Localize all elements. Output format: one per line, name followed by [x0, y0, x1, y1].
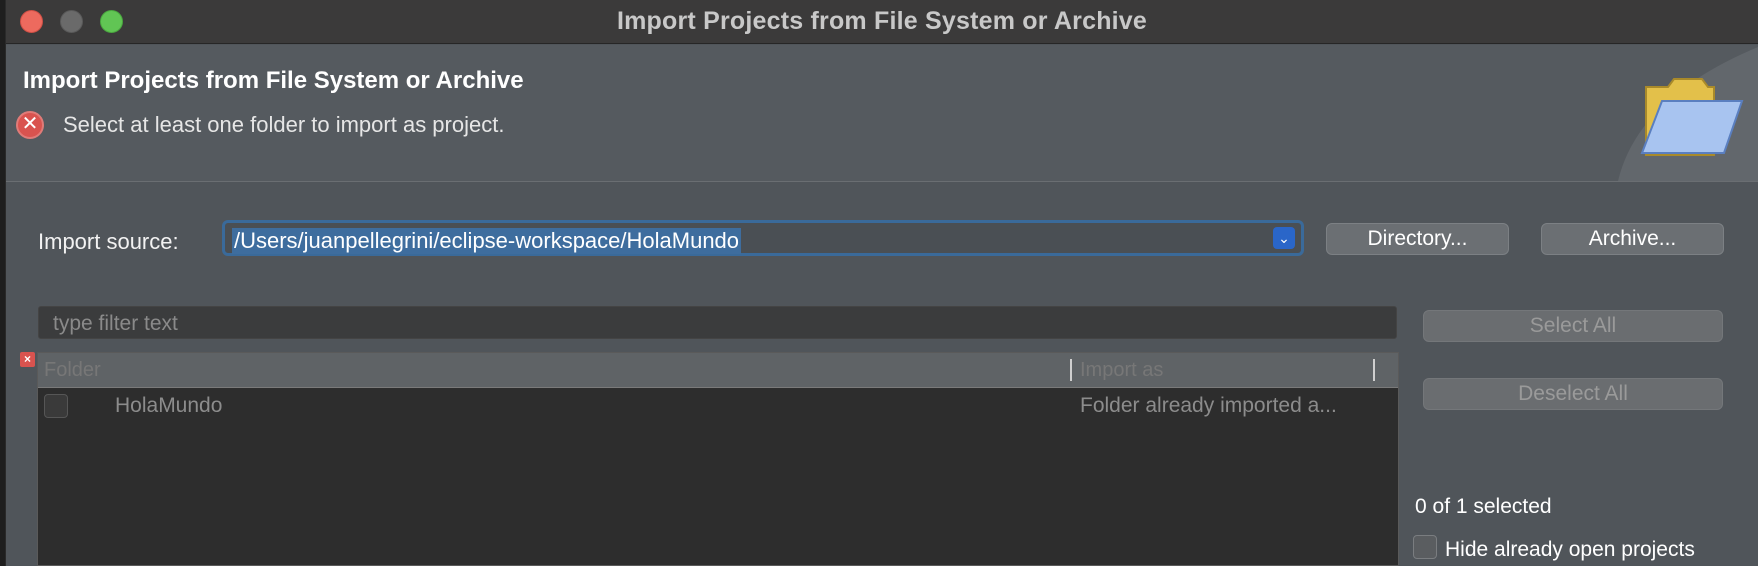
table-header: Folder Import as: [38, 353, 1398, 388]
projects-table: Folder Import as HolaMundo Folder alread…: [37, 352, 1399, 566]
error-icon: ✕: [16, 111, 44, 139]
hide-open-projects-label[interactable]: Hide already open projects: [1445, 538, 1695, 562]
filter-input[interactable]: type filter text: [38, 306, 1397, 339]
chevron-down-icon[interactable]: ⌄: [1273, 227, 1295, 249]
selection-count: 0 of 1 selected: [1415, 495, 1552, 518]
wizard-banner: Import Projects from File System or Arch…: [6, 45, 1758, 182]
table-row[interactable]: HolaMundo Folder already imported a...: [38, 389, 1398, 423]
window-title: Import Projects from File System or Arch…: [616, 7, 1148, 35]
import-source-value[interactable]: /Users/juanpellegrini/eclipse-workspace/…: [232, 228, 742, 254]
wizard-title: Import Projects from File System or Arch…: [23, 67, 524, 94]
select-all-button[interactable]: Select All: [1423, 310, 1723, 342]
wizard-error-message: Select at least one folder to import as …: [63, 112, 505, 137]
row-checkbox[interactable]: [44, 394, 68, 418]
column-resize-handle[interactable]: [1373, 359, 1375, 381]
archive-button[interactable]: Archive...: [1541, 223, 1724, 255]
row-folder-name: HolaMundo: [115, 394, 223, 417]
folder-open-icon: [1618, 47, 1758, 181]
row-import-status: Folder already imported a...: [1080, 394, 1337, 417]
import-source-label: Import source:: [38, 229, 179, 254]
filter-placeholder: type filter text: [53, 312, 178, 335]
deselect-all-button[interactable]: Deselect All: [1423, 378, 1723, 410]
hide-open-projects-checkbox[interactable]: [1413, 535, 1437, 559]
import-source-combo[interactable]: /Users/juanpellegrini/eclipse-workspace/…: [222, 220, 1304, 256]
directory-button[interactable]: Directory...: [1326, 223, 1509, 255]
column-header-import-as[interactable]: Import as: [1080, 359, 1163, 382]
column-resize-handle[interactable]: [1070, 359, 1072, 381]
column-header-folder[interactable]: Folder: [44, 359, 101, 382]
table-error-icon: ×: [20, 352, 35, 367]
title-bar: Import Projects from File System or Arch…: [6, 0, 1758, 44]
import-dialog-window: Import Projects from File System or Arch…: [5, 0, 1758, 566]
